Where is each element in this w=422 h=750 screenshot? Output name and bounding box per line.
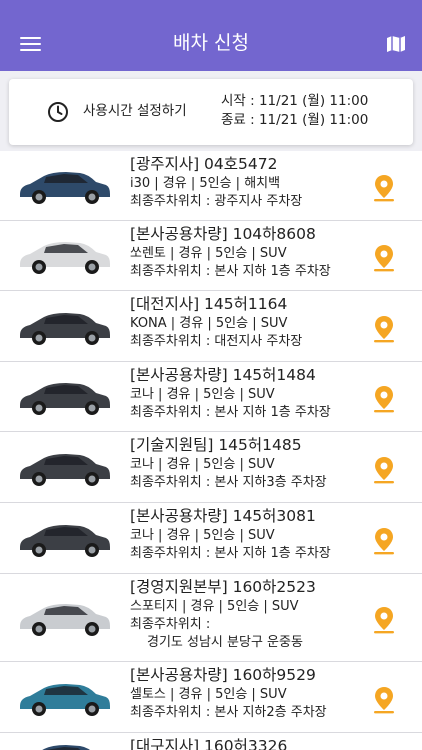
vehicle-info: [대전지사] 145허1164 KONA | 경유 | 5인승 | SUV 최종주차… [130,294,362,351]
vehicle-list-item[interactable]: [본사공용차량] 104하8608 쏘렌토 | 경유 | 5인승 | SUV 최종주… [0,221,422,291]
map-icon[interactable] [386,35,406,53]
vehicle-title: [본사공용차량] 104하8608 [130,225,316,243]
vehicle-list-item[interactable]: [광주지사] 04호5472 i30 | 경유 | 5인승 | 해치백최종주차위치… [0,151,422,221]
vehicle-list-item[interactable]: [본사공용차량] 160하9529 셀토스 | 경유 | 5인승 | SUV 최종주… [0,662,422,733]
vehicle-list-item[interactable]: [경영지원본부] 160하2523 스포티지 | 경유 | 5인승 | SUV 최종… [0,574,422,662]
vehicle-info: [본사공용차량] 145허1484 코나 | 경유 | 5인승 | SUV 최종주차… [130,365,362,422]
vehicle-info: [경영지원본부] 160하2523 스포티지 | 경유 | 5인승 | SUV 최종… [130,577,362,652]
vehicle-parking-location: 최종주차위치 : 본사 지하2층 주차장 [130,705,327,720]
vehicle-thumbnail [14,596,114,640]
vehicle-thumbnail [14,234,114,278]
app-header: 배차 신청 [0,0,422,71]
vehicle-info: [본사공용차량] 145허3081 코나 | 경유 | 5인승 | SUV 최종주차… [130,506,362,563]
usage-time-range: 시작 : 11/21 (월) 11:00 종료 : 11/21 (월) 11:0… [221,92,368,130]
page-title: 배차 신청 [173,32,249,54]
vehicle-parking-address: 경기도 성남시 분당구 운중동 [147,635,303,650]
vehicle-title: [본사공용차량] 145허1484 [130,366,316,384]
vehicle-spec: 셀토스 | 경유 | 5인승 | SUV [130,687,287,702]
vehicle-thumbnail [14,375,114,419]
vehicle-parking-location: 최종주차위치 : 본사 지하3층 주차장 [130,475,327,490]
vehicle-title: [대구지사] 160허3326 [130,737,288,750]
location-pin-icon[interactable] [372,315,396,343]
location-pin-icon[interactable] [372,686,396,714]
vehicle-parking-location: 최종주차위치 : 본사 지하 1층 주차장 [130,405,331,420]
vehicle-parking-location: 최종주차위치 : 본사 지하 1층 주차장 [130,546,331,561]
vehicle-title: [광주지사] 04호5472 [130,155,278,173]
vehicle-spec: 코나 | 경유 | 5인승 | SUV [130,528,275,543]
location-pin-icon[interactable] [372,244,396,272]
vehicle-info: [본사공용차량] 104하8608 쏘렌토 | 경유 | 5인승 | SUV 최종주… [130,224,362,281]
vehicle-spec: i30 | 경유 | 5인승 | 해치백 [130,176,281,191]
vehicle-spec: 쏘렌토 | 경유 | 5인승 | SUV [130,246,287,261]
vehicle-info: [광주지사] 04호5472 i30 | 경유 | 5인승 | 해치백최종주차위치… [130,154,362,211]
vehicle-title: [본사공용차량] 160하9529 [130,666,316,684]
vehicle-thumbnail [14,446,114,490]
location-pin-icon[interactable] [372,385,396,413]
vehicle-title: [대전지사] 145허1164 [130,295,288,313]
vehicle-list: [광주지사] 04호5472 i30 | 경유 | 5인승 | 해치백최종주차위치… [0,151,422,750]
location-pin-icon[interactable] [372,174,396,202]
vehicle-title: [기술지원팀] 145허1485 [130,436,302,454]
vehicle-info: [대구지사] 160허3326 [130,736,362,750]
vehicle-parking-location: 최종주차위치 : 본사 지하 1층 주차장 [130,264,331,279]
vehicle-title: [경영지원본부] 160하2523 [130,578,316,596]
vehicle-list-item[interactable]: [본사공용차량] 145허3081 코나 | 경유 | 5인승 | SUV 최종주차… [0,503,422,574]
vehicle-thumbnail [14,676,114,720]
vehicle-spec: KONA | 경유 | 5인승 | SUV [130,316,288,331]
vehicle-parking-location: 최종주차위치 : 대전지사 주차장 [130,334,303,349]
location-pin-icon[interactable] [372,606,396,634]
vehicle-info: [기술지원팀] 145허1485 코나 | 경유 | 5인승 | SUV 최종주차위… [130,435,362,492]
vehicle-list-item[interactable]: [본사공용차량] 145허1484 코나 | 경유 | 5인승 | SUV 최종주차… [0,362,422,432]
vehicle-parking-location: 최종주차위치 : 광주지사 주차장 [130,194,303,209]
vehicle-thumbnail [14,737,114,750]
vehicle-info: [본사공용차량] 160하9529 셀토스 | 경유 | 5인승 | SUV 최종주… [130,665,362,722]
location-pin-icon[interactable] [372,527,396,555]
vehicle-list-item[interactable]: [대구지사] 160허3326 [0,733,422,750]
vehicle-thumbnail [14,164,114,208]
vehicle-spec: 코나 | 경유 | 5인승 | SUV [130,457,275,472]
vehicle-spec: 스포티지 | 경유 | 5인승 | SUV [130,599,299,614]
vehicle-spec: 코나 | 경유 | 5인승 | SUV [130,387,275,402]
clock-icon [47,101,69,123]
vehicle-parking-location: 최종주차위치 : [130,617,211,632]
vehicle-thumbnail [14,305,114,349]
end-time: 종료 : 11/21 (월) 11:00 [221,112,369,128]
vehicle-thumbnail [14,517,114,561]
usage-time-label: 사용시간 설정하기 [83,103,187,119]
location-pin-icon[interactable] [372,456,396,484]
usage-time-card[interactable]: 사용시간 설정하기 시작 : 11/21 (월) 11:00 종료 : 11/2… [9,79,413,145]
vehicle-title: [본사공용차량] 145허3081 [130,507,316,525]
start-time: 시작 : 11/21 (월) 11:00 [221,93,369,109]
vehicle-list-item[interactable]: [대전지사] 145허1164 KONA | 경유 | 5인승 | SUV 최종주차… [0,291,422,362]
vehicle-list-item[interactable]: [기술지원팀] 145허1485 코나 | 경유 | 5인승 | SUV 최종주차위… [0,432,422,503]
